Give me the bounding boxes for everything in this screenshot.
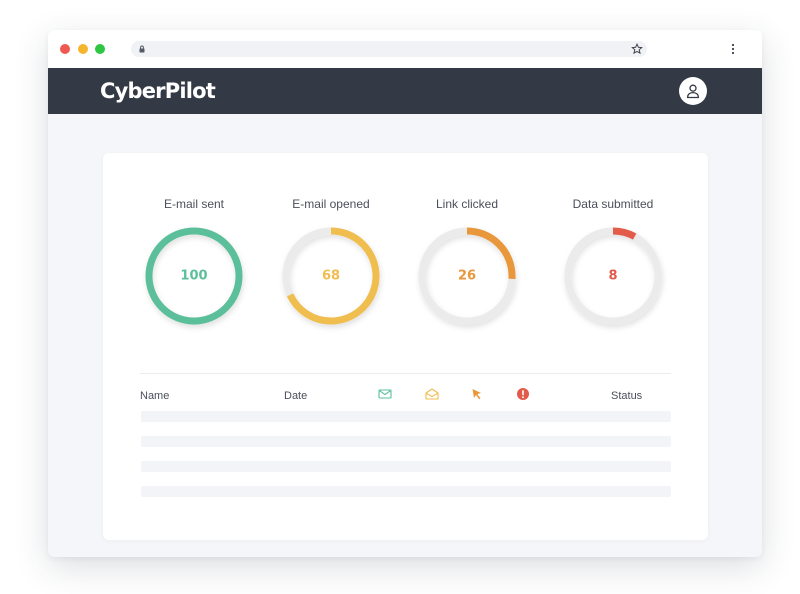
column-header-date[interactable]: Date xyxy=(284,390,307,403)
address-bar[interactable] xyxy=(131,41,647,57)
lock-icon xyxy=(139,45,145,53)
stat-label: Data submitted xyxy=(572,197,654,211)
stat-link-clicked: Link clicked 26 xyxy=(407,197,527,337)
table-row-placeholder xyxy=(141,436,671,447)
mail-icon xyxy=(378,389,392,399)
app-logo[interactable]: CyberPilot xyxy=(100,78,216,104)
progress-ring: 100 xyxy=(145,227,243,325)
browser-window: CyberPilot E-mail sent 100 E-mail opened 68… xyxy=(48,30,762,557)
alert-icon xyxy=(517,388,529,400)
progress-ring: 8 xyxy=(564,227,662,325)
close-window-button[interactable] xyxy=(60,44,70,54)
table-row-placeholder xyxy=(141,461,671,472)
column-header-status[interactable]: Status xyxy=(611,390,642,403)
stat-e-mail-opened: E-mail opened 68 xyxy=(271,197,391,337)
user-icon xyxy=(686,84,700,99)
mail-open-icon xyxy=(425,388,439,400)
table-row-placeholder xyxy=(141,411,671,422)
user-avatar-button[interactable] xyxy=(679,77,707,105)
stat-label: E-mail sent xyxy=(163,197,225,211)
stat-value: 68 xyxy=(322,269,340,284)
divider xyxy=(140,373,671,374)
browser-toolbar xyxy=(48,30,762,68)
progress-ring: 26 xyxy=(418,227,516,325)
cursor-icon xyxy=(472,389,481,400)
app-header: CyberPilot xyxy=(48,68,762,114)
maximize-window-button[interactable] xyxy=(95,44,105,54)
progress-ring: 68 xyxy=(282,227,380,325)
minimize-window-button[interactable] xyxy=(78,44,88,54)
campaign-stats-card: E-mail sent 100 E-mail opened 68 Link clicke… xyxy=(103,153,708,540)
stat-data-submitted: Data submitted 8 xyxy=(553,197,673,337)
stat-value: 8 xyxy=(608,269,617,284)
stat-value: 26 xyxy=(458,269,476,284)
bookmark-star-icon[interactable] xyxy=(631,43,643,55)
browser-menu-icon[interactable] xyxy=(728,41,738,57)
stat-e-mail-sent: E-mail sent 100 xyxy=(134,197,254,337)
stat-value: 100 xyxy=(180,269,207,284)
table-row-placeholder xyxy=(141,486,671,497)
stat-label: Link clicked xyxy=(435,197,499,211)
stat-label: E-mail opened xyxy=(292,197,370,211)
column-header-name[interactable]: Name xyxy=(140,390,169,403)
